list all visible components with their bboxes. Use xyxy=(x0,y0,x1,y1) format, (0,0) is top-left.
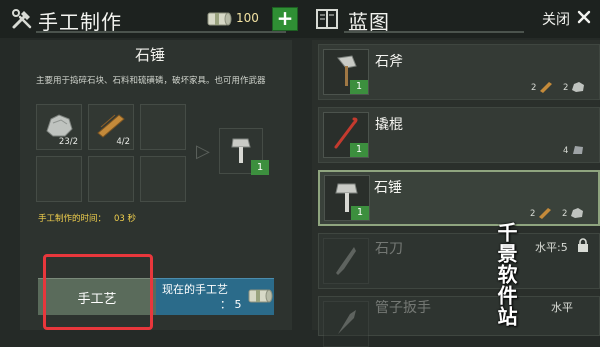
blueprint-level: 1 xyxy=(350,80,368,94)
result-count: 1 xyxy=(251,160,269,175)
wood-plank-icon xyxy=(540,82,552,93)
level-requirement: 水平 xyxy=(551,301,573,314)
blueprint-item-stone-knife[interactable]: 石刀 水平:5 xyxy=(318,233,600,289)
req-wood-count: 2 xyxy=(531,83,537,93)
ingredient-qty: 4/2 xyxy=(116,137,130,147)
close-icon[interactable] xyxy=(576,9,592,25)
blueprint-name: 石锤 xyxy=(374,180,402,196)
blueprint-underline xyxy=(344,31,524,33)
blueprint-thumb xyxy=(323,238,369,284)
blueprint-item-stone-hammer[interactable]: 1 石锤 2 2 xyxy=(318,170,600,226)
craft-item-name: 石锤 xyxy=(134,46,165,64)
req-metal-count: 4 xyxy=(563,146,569,156)
metal-scrap-icon xyxy=(573,146,583,154)
stone-icon xyxy=(571,208,583,218)
ingredient-slot-empty[interactable] xyxy=(140,104,186,150)
money-roll-icon xyxy=(248,289,273,303)
blueprint-level: 1 xyxy=(351,206,369,220)
blueprint-item-crowbar[interactable]: 1 撬棍 4 xyxy=(318,107,600,163)
req-stone-count: 2 xyxy=(563,83,569,93)
ingredient-slot-empty[interactable] xyxy=(36,156,82,202)
ingredient-slot-stone[interactable]: 23/2 xyxy=(36,104,82,150)
wood-plank-icon xyxy=(97,114,125,138)
money-roll-icon xyxy=(207,12,232,26)
blueprint-name: 石斧 xyxy=(375,54,403,70)
pipe-wrench-icon xyxy=(338,310,356,334)
level-requirement: 水平:5 xyxy=(535,241,568,254)
blueprint-thumb xyxy=(323,301,369,347)
blueprint-name: 撬棍 xyxy=(375,117,403,133)
money-count: 100 xyxy=(236,11,259,25)
blueprint-thumb: 1 xyxy=(323,49,369,95)
tools-icon xyxy=(12,9,32,29)
craft-time-value: 03 秒 xyxy=(114,214,137,224)
current-craft-count: ： 5 xyxy=(220,298,242,311)
req-stone-count: 2 xyxy=(562,209,568,219)
ingredient-slot-empty[interactable] xyxy=(88,156,134,202)
craft-time-label: 手工制作的时间： xyxy=(38,214,107,224)
blueprint-thumb: 1 xyxy=(323,112,369,158)
add-money-button[interactable]: + xyxy=(272,7,298,31)
blueprint-thumb: 1 xyxy=(324,175,370,221)
watermark-text: 千景软件站 xyxy=(494,222,518,327)
current-craft-label: 现在的手工艺 xyxy=(162,283,228,296)
stone-icon xyxy=(572,82,584,92)
blueprint-level: 1 xyxy=(350,143,368,157)
ingredient-slot-wood[interactable]: 4/2 xyxy=(88,104,134,150)
close-label[interactable]: 关闭 xyxy=(542,9,570,29)
highlight-box xyxy=(43,254,153,330)
stone-knife-icon xyxy=(336,247,356,275)
stone-icon xyxy=(46,114,73,137)
craft-item-description: 主要用于捣碎石块、石料和硫磺磷，破坏家具。也可用作武器 xyxy=(36,76,266,86)
blueprint-name: 石刀 xyxy=(375,241,403,257)
blueprint-item-pipe-wrench[interactable]: 管子扳手 水平 xyxy=(318,296,600,347)
ingredient-qty: 23/2 xyxy=(58,137,78,147)
title-underline xyxy=(36,31,286,33)
ingredient-slot-empty[interactable] xyxy=(140,156,186,202)
lock-icon xyxy=(578,238,588,252)
blueprint-item-stone-axe[interactable]: 1 石斧 2 2 xyxy=(318,44,600,100)
blueprint-book-icon xyxy=(316,9,338,29)
blueprint-name: 管子扳手 xyxy=(375,300,431,316)
wood-plank-icon xyxy=(539,208,551,219)
arrow-right-icon: ▷ xyxy=(196,141,210,162)
req-wood-count: 2 xyxy=(530,209,536,219)
